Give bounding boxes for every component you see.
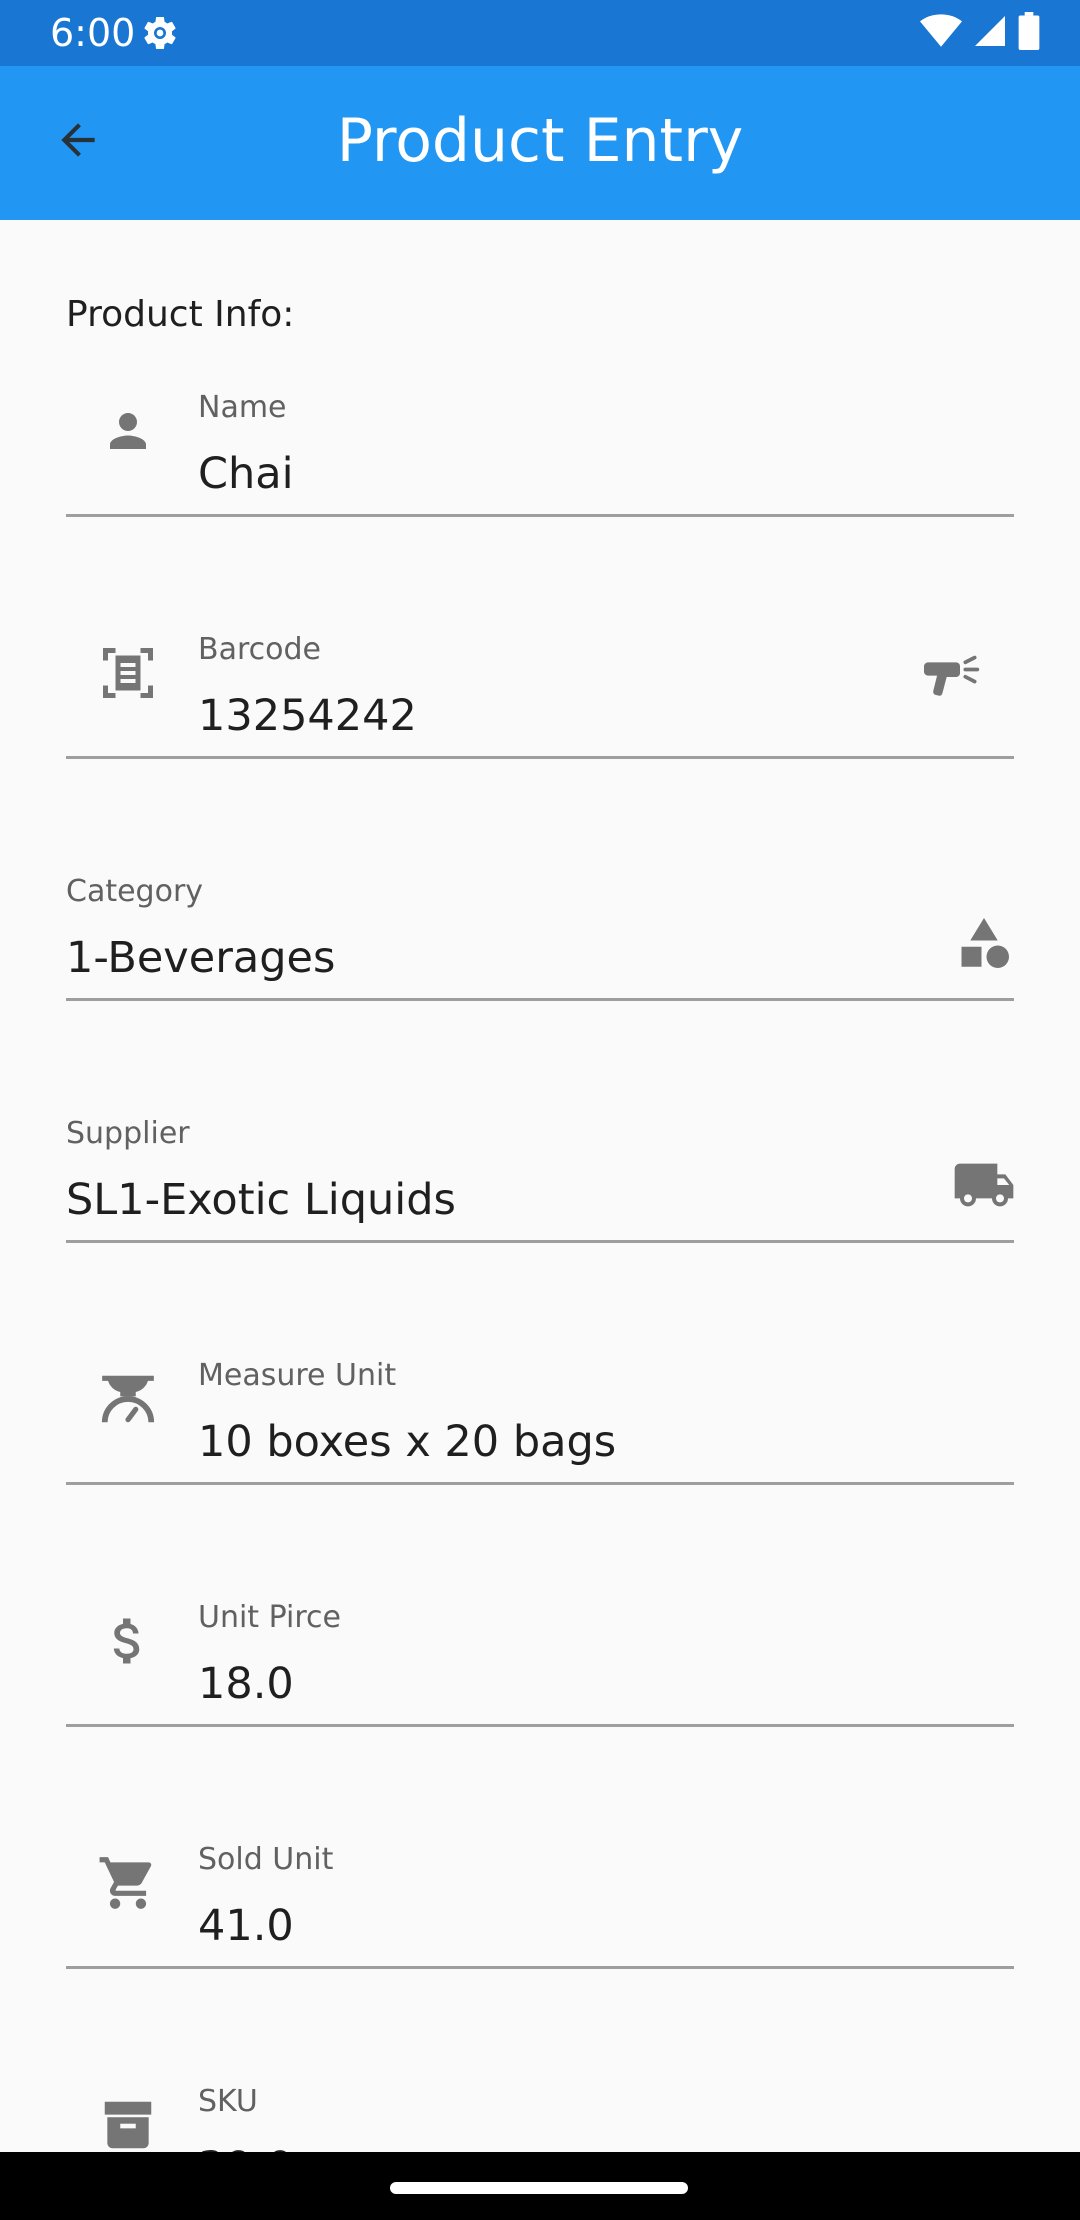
supplier-label: Supplier <box>66 1116 190 1151</box>
archive-box-icon <box>96 2093 160 2152</box>
cart-icon <box>96 1851 160 1915</box>
barcode-field[interactable]: Barcode 13254242 <box>66 589 1014 759</box>
system-nav-bar <box>0 2152 1080 2220</box>
supplier-field[interactable]: Supplier SL1-Exotic Liquids <box>66 1073 1014 1243</box>
home-indicator[interactable] <box>390 2182 688 2194</box>
barcode-document-icon <box>96 641 160 705</box>
person-icon <box>96 399 160 463</box>
measure-unit-label: Measure Unit <box>198 1358 397 1393</box>
barcode-label: Barcode <box>198 632 321 667</box>
sku-value: 39.0 <box>198 2141 294 2152</box>
wifi-icon <box>920 13 962 53</box>
section-title: Product Info: <box>66 294 295 335</box>
dollar-icon <box>96 1609 160 1673</box>
unit-price-field[interactable]: Unit Pirce 18.0 <box>66 1557 1014 1727</box>
category-value: 1-Beverages <box>66 933 336 983</box>
sold-unit-label: Sold Unit <box>198 1842 334 1877</box>
app-bar: Product Entry <box>0 66 1080 220</box>
unit-price-label: Unit Pirce <box>198 1600 341 1635</box>
scale-icon <box>96 1367 160 1431</box>
cell-signal-icon <box>972 13 1008 53</box>
barcode-value: 13254242 <box>198 691 417 741</box>
barcode-scanner-icon[interactable] <box>920 641 984 705</box>
name-field[interactable]: Name Chai <box>66 347 1014 517</box>
sku-label: SKU <box>198 2084 258 2119</box>
name-value: Chai <box>198 449 294 499</box>
name-label: Name <box>198 390 287 425</box>
measure-unit-value: 10 boxes x 20 bags <box>198 1417 617 1467</box>
category-field[interactable]: Category 1-Beverages <box>66 831 1014 1001</box>
sold-unit-value: 41.0 <box>198 1901 294 1951</box>
category-label: Category <box>66 874 204 909</box>
sku-field[interactable]: SKU 39.0 <box>66 2041 1014 2152</box>
status-time: 6:00 <box>50 11 136 55</box>
sold-unit-field[interactable]: Sold Unit 41.0 <box>66 1799 1014 1969</box>
product-form: Product Info: Name Chai Barcode 13254242… <box>0 220 1080 2152</box>
measure-unit-field[interactable]: Measure Unit 10 boxes x 20 bags <box>66 1315 1014 1485</box>
category-shapes-icon[interactable] <box>952 911 1016 975</box>
supplier-value: SL1-Exotic Liquids <box>66 1175 456 1225</box>
unit-price-value: 18.0 <box>198 1659 294 1709</box>
page-title: Product Entry <box>336 106 744 176</box>
settings-gear-icon <box>140 13 180 53</box>
status-bar: 6:00 <box>0 0 1080 66</box>
truck-icon[interactable] <box>952 1153 1016 1217</box>
battery-icon <box>1018 12 1040 54</box>
